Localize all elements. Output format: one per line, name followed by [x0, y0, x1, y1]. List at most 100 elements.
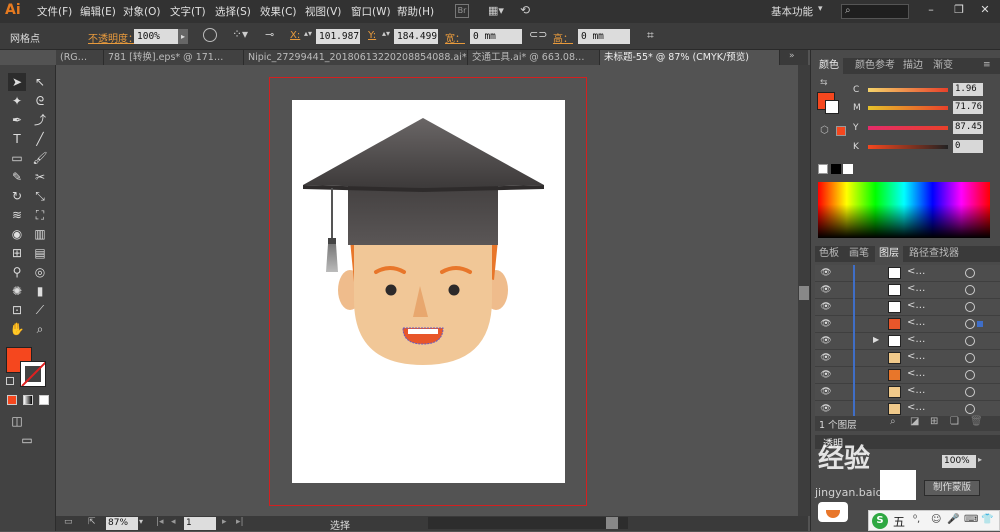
- channel-m-slider[interactable]: [868, 106, 948, 110]
- menu-view[interactable]: 视图(V): [305, 4, 341, 19]
- x-stepper-icon[interactable]: ▴▾: [304, 29, 314, 44]
- type-tool-icon[interactable]: T: [8, 130, 26, 148]
- layer-row[interactable]: 👁 ▶ <…: [815, 333, 1000, 350]
- opacity-label[interactable]: 不透明度：: [88, 30, 138, 45]
- tab-doc-2[interactable]: 781 [转换].eps* @ 171…: [104, 50, 244, 65]
- scroll-thumb[interactable]: [799, 286, 809, 300]
- eye-icon[interactable]: 👁: [820, 284, 832, 296]
- graph-tool-icon[interactable]: ▮: [31, 282, 49, 300]
- menu-edit[interactable]: 编辑(E): [80, 4, 116, 19]
- tab-brushes[interactable]: 画笔: [845, 246, 873, 262]
- layer-name[interactable]: <…: [907, 351, 925, 362]
- eye-icon[interactable]: 👁: [820, 301, 832, 313]
- link-icon[interactable]: ⊂⊃: [529, 28, 547, 44]
- channel-k-slider[interactable]: [868, 145, 948, 149]
- opacity-arrow-right-icon[interactable]: ▸: [978, 455, 982, 464]
- transparency-opacity-field[interactable]: 100%: [942, 455, 976, 468]
- shape-builder-tool-icon[interactable]: ◉: [8, 225, 26, 243]
- slice-tool-icon[interactable]: ⟋: [31, 301, 49, 319]
- last-page-icon[interactable]: ▸|: [236, 517, 244, 527]
- page-field[interactable]: 1: [184, 517, 216, 530]
- scissors-tool-icon[interactable]: ✂: [31, 168, 49, 186]
- zoom-dropdown-icon[interactable]: ▾: [139, 517, 149, 530]
- layer-row[interactable]: 👁 <…: [815, 384, 1000, 401]
- menu-window[interactable]: 窗口(W): [351, 4, 391, 19]
- layer-name[interactable]: <…: [907, 283, 925, 294]
- target-icon[interactable]: [965, 370, 975, 380]
- workspace-switcher[interactable]: 基本功能: [771, 4, 813, 19]
- pencil-tool-icon[interactable]: ✎: [8, 168, 26, 186]
- zoom-field[interactable]: 87%: [106, 517, 138, 530]
- y-field[interactable]: 184.499: [394, 29, 438, 44]
- scale-tool-icon[interactable]: ⤡: [31, 187, 49, 205]
- default-colors-icon[interactable]: [6, 377, 14, 385]
- channel-k-value[interactable]: 0: [953, 140, 983, 153]
- ime-emoji-icon[interactable]: ☺: [931, 514, 941, 525]
- next-page-icon[interactable]: ▸: [222, 517, 227, 527]
- channel-c-slider[interactable]: [868, 88, 948, 92]
- h-scroll-thumb[interactable]: [606, 517, 618, 529]
- layer-row[interactable]: 👁 <…: [815, 316, 1000, 333]
- line-tool-icon[interactable]: ╱: [31, 130, 49, 148]
- color-spectrum[interactable]: [818, 182, 990, 238]
- eye-icon[interactable]: 👁: [820, 318, 832, 330]
- selection-tool-icon[interactable]: ➤: [8, 73, 26, 91]
- eye-icon[interactable]: 👁: [820, 267, 832, 279]
- tab-swatches[interactable]: 色板: [815, 246, 843, 262]
- zoom-tool-icon[interactable]: ⌕: [31, 320, 49, 338]
- bridge-icon[interactable]: Br: [455, 4, 469, 18]
- height-field[interactable]: 0 mm: [578, 29, 630, 44]
- close-button[interactable]: ✕: [976, 3, 994, 19]
- width-field[interactable]: 0 mm: [470, 29, 522, 44]
- out-of-gamut-swatch[interactable]: [836, 126, 846, 136]
- locate-object-icon[interactable]: ⌕: [890, 416, 896, 427]
- black-swatch[interactable]: [831, 164, 841, 174]
- direct-selection-tool-icon[interactable]: ↖: [31, 73, 49, 91]
- color-mode-icon[interactable]: [7, 395, 17, 405]
- layer-name[interactable]: <…: [907, 368, 925, 379]
- eyedropper-tool-icon[interactable]: ⚲: [8, 263, 26, 281]
- search-input[interactable]: ⌕: [841, 4, 909, 19]
- eye-icon[interactable]: 👁: [820, 352, 832, 364]
- menu-effect[interactable]: 效果(C): [260, 4, 297, 19]
- target-icon[interactable]: [965, 336, 975, 346]
- layer-name[interactable]: <…: [907, 317, 925, 328]
- menu-object[interactable]: 对象(O): [123, 4, 160, 19]
- new-sublayer-icon[interactable]: ⊞: [930, 416, 938, 427]
- panel-menu-icon[interactable]: ≡: [983, 60, 991, 70]
- tab-color[interactable]: 颜色: [815, 58, 843, 74]
- rotate-tool-icon[interactable]: ↻: [8, 187, 26, 205]
- gpu-performance-icon[interactable]: ⟲: [520, 3, 536, 19]
- layer-row[interactable]: 👁 <…: [815, 350, 1000, 367]
- none-swatch[interactable]: [818, 164, 828, 174]
- menu-type[interactable]: 文字(T): [170, 4, 206, 19]
- prev-page-icon[interactable]: ◂: [171, 517, 176, 527]
- opacity-field[interactable]: 100%: [134, 29, 178, 44]
- target-icon[interactable]: [965, 302, 975, 312]
- none-mode-icon[interactable]: [39, 395, 49, 405]
- tab-doc-4[interactable]: 交通工具.ai* @ 663.08…: [468, 50, 600, 65]
- tab-stroke[interactable]: 描边: [899, 58, 927, 74]
- arrange-documents-icon[interactable]: ▦▾: [488, 4, 510, 18]
- hand-tool-icon[interactable]: ✋: [8, 320, 26, 338]
- tab-gradient[interactable]: 渐变: [929, 58, 957, 74]
- opacity-arrow-icon[interactable]: ▸: [178, 29, 188, 44]
- first-page-icon[interactable]: |◂: [156, 517, 164, 527]
- swap-colors-icon[interactable]: ⇆: [820, 78, 828, 88]
- ime-keyboard-icon[interactable]: ⌨: [964, 514, 978, 525]
- layer-row[interactable]: 👁 <…: [815, 265, 1000, 282]
- artboard-tool-icon[interactable]: ⊡: [8, 301, 26, 319]
- layer-name[interactable]: <…: [907, 266, 925, 277]
- screen-mode-icon[interactable]: ▭: [18, 431, 36, 449]
- tab-doc-active[interactable]: 未标题-55* @ 87% (CMYK/预览): [600, 50, 780, 65]
- color-stroke-swatch[interactable]: [825, 100, 839, 114]
- layer-name[interactable]: <…: [907, 300, 925, 311]
- ime-skin-icon[interactable]: 👕: [981, 514, 993, 525]
- layer-row[interactable]: 👁 <…: [815, 282, 1000, 299]
- artboard-nav-icon[interactable]: ▭: [64, 517, 78, 529]
- rectangle-tool-icon[interactable]: ▭: [8, 149, 26, 167]
- channel-m-value[interactable]: 71.76: [953, 101, 983, 114]
- menu-file[interactable]: 文件(F): [37, 4, 72, 19]
- warp-tool-icon[interactable]: ≋: [8, 206, 26, 224]
- white-swatch[interactable]: [843, 164, 853, 174]
